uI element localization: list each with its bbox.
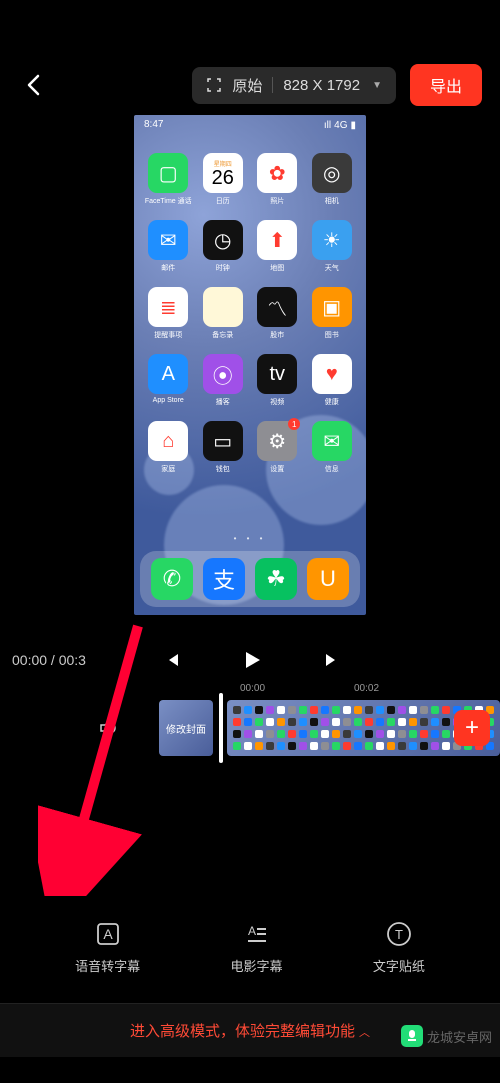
app-icon: ✉邮件 — [144, 220, 193, 273]
chevron-left-icon — [26, 74, 40, 96]
cover-thumbnail[interactable]: 修改封面 — [159, 700, 213, 756]
tool-text-sticker[interactable]: T 文字贴纸 — [373, 920, 425, 975]
app-icon: ≣提醒事项 — [144, 287, 193, 340]
prev-frame-button[interactable] — [163, 651, 181, 669]
resolution-value: 828 X 1792 — [283, 77, 360, 94]
app-icon: 星期四26日历 — [199, 153, 248, 206]
app-icon: ⬆地图 — [253, 220, 302, 273]
top-toolbar: 原始 828 X 1792 ▼ 导出 — [0, 60, 500, 110]
watermark-text: 龙城安卓网 — [427, 1027, 492, 1046]
resolution-selector[interactable]: 原始 828 X 1792 ▼ — [192, 67, 396, 104]
dock-icon-alipay: 支 — [203, 558, 245, 600]
export-button[interactable]: 导出 — [410, 64, 482, 106]
app-icon: 备忘录 — [199, 287, 248, 340]
app-icon: AApp Store — [144, 354, 193, 407]
skip-back-icon — [163, 651, 181, 669]
mute-toggle[interactable] — [90, 717, 129, 739]
tool-voice-subtitle[interactable]: A 语音转字幕 — [75, 920, 140, 975]
svg-text:A: A — [103, 926, 113, 942]
app-icon: ☀天气 — [308, 220, 357, 273]
playback-controls: 00:00 / 00:3 — [0, 640, 500, 680]
speaker-icon — [98, 717, 120, 739]
app-icon: ▭钱包 — [199, 421, 248, 474]
app-icon: ✿照片 — [253, 153, 302, 206]
skip-forward-icon — [323, 651, 341, 669]
advanced-mode-link[interactable]: 进入高级模式，体验完整编辑功能︿ — [130, 1020, 370, 1041]
back-button[interactable] — [18, 65, 48, 105]
app-icon: 〽股市 — [253, 287, 302, 340]
app-icon: ◷时钟 — [199, 220, 248, 273]
app-icon: ⌂家庭 — [144, 421, 193, 474]
video-preview[interactable]: 8:47 ıll4G▮ ▢FaceTime 通话星期四26日历✿照片◎相机 ✉邮件… — [0, 115, 500, 615]
app-icon: ▣图书 — [308, 287, 357, 340]
text-sticker-icon: T — [385, 920, 413, 948]
phone-status-time: 8:47 — [144, 119, 163, 131]
dock-icon-wechat: ☘ — [255, 558, 297, 600]
timeline[interactable]: 修改封面 + — [0, 700, 500, 756]
chevron-up-icon: ︿ — [359, 1027, 370, 1039]
video-clip[interactable]: + — [227, 700, 500, 756]
app-icon: ♥健康 — [308, 354, 357, 407]
play-icon — [241, 649, 263, 671]
chevron-down-icon: ▼ — [372, 80, 382, 91]
app-icon: ⦿播客 — [199, 354, 248, 407]
app-icon: ▢FaceTime 通话 — [144, 153, 193, 206]
dock-icon-uc: U — [307, 558, 349, 600]
aspect-icon — [206, 77, 222, 93]
svg-text:T: T — [395, 927, 403, 942]
svg-text:A: A — [248, 924, 256, 938]
app-icon: ✉信息 — [308, 421, 357, 474]
playhead[interactable] — [219, 693, 223, 763]
watermark: 龙城安卓网 — [401, 1025, 492, 1047]
voice-subtitle-icon: A — [94, 920, 122, 948]
play-button[interactable] — [241, 649, 263, 671]
movie-subtitle-icon: A — [242, 920, 270, 948]
app-icon: tv视频 — [253, 354, 302, 407]
tool-movie-subtitle[interactable]: A 电影字幕 — [230, 920, 282, 975]
phone-status-right: ıll4G▮ — [324, 119, 356, 131]
add-clip-button[interactable]: + — [454, 710, 490, 746]
phone-screenshot: 8:47 ıll4G▮ ▢FaceTime 通话星期四26日历✿照片◎相机 ✉邮件… — [134, 115, 366, 615]
app-icon: ◎相机 — [308, 153, 357, 206]
aspect-label: 原始 — [232, 75, 262, 96]
time-display: 00:00 / 00:3 — [12, 652, 86, 668]
next-frame-button[interactable] — [323, 651, 341, 669]
bottom-tools: A 语音转字幕 A 电影字幕 T 文字贴纸 — [0, 920, 500, 975]
timeline-ruler: 00:00 00:02 — [0, 683, 500, 701]
dock-icon-phone: ✆ — [151, 558, 193, 600]
watermark-logo-icon — [401, 1025, 423, 1047]
app-icon: ⚙1设置 — [253, 421, 302, 474]
